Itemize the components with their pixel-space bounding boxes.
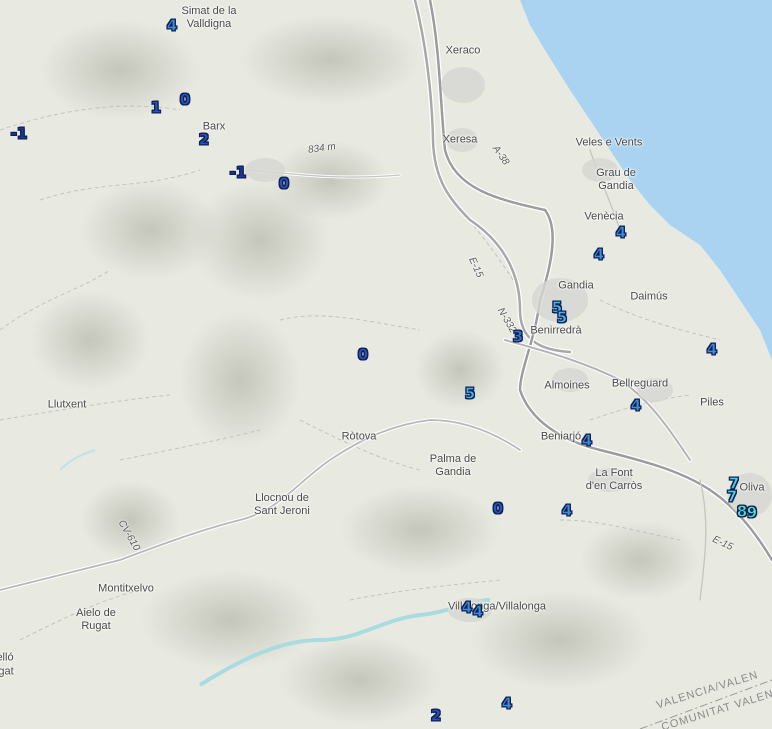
forecast-marker[interactable]: 7 [726, 489, 737, 505]
forecast-marker[interactable]: 4 [593, 247, 604, 263]
forecast-marker[interactable]: 8 [736, 504, 747, 520]
forecast-marker[interactable]: 4 [615, 225, 626, 241]
forecast-marker[interactable]: 1 [150, 100, 161, 116]
forecast-marker[interactable]: 0 [357, 347, 368, 363]
place-label-montitxelvo: Montitxelvo [98, 582, 154, 595]
place-label-simat: Simat de la Valldigna [181, 5, 237, 30]
place-label-rotova: Ròtova [341, 430, 377, 443]
forecast-marker[interactable]: 4 [472, 604, 483, 620]
forecast-marker[interactable]: 0 [492, 501, 503, 517]
place-label-palma: Palma de Gandia [429, 453, 477, 478]
forecast-marker[interactable]: 0 [179, 92, 190, 108]
place-label-daimus: Daimús [630, 290, 668, 303]
place-label-llutxent: Llutxent [47, 398, 87, 411]
place-label-gandia: Gandia [558, 279, 594, 292]
place-label-veles: Veles e Vents [575, 136, 643, 149]
forecast-marker[interactable]: -1 [10, 126, 27, 142]
place-label-grau: Grau de Gandia [596, 167, 636, 192]
forecast-marker[interactable]: 2 [430, 708, 441, 724]
forecast-marker[interactable]: 5 [556, 310, 567, 326]
forecast-marker[interactable]: 4 [630, 398, 641, 414]
place-label-lafont: La Font d'en Carròs [585, 467, 643, 492]
forecast-marker[interactable]: 4 [461, 600, 472, 616]
place-label-piles: Piles [700, 396, 724, 409]
place-label-llocnou: Llocnou de Sant Jeroni [254, 492, 310, 517]
forecast-marker[interactable]: 3 [512, 329, 523, 345]
place-label-gat: gat [0, 665, 14, 678]
forecast-marker[interactable]: 4 [706, 342, 717, 358]
forecast-marker[interactable]: 9 [746, 505, 757, 521]
forecast-marker[interactable]: 0 [278, 176, 289, 192]
place-label-aielo: Aielo de Rugat [76, 607, 116, 632]
place-label-bellreguard: Bellreguard [611, 377, 669, 390]
forecast-marker[interactable]: 4 [561, 503, 572, 519]
forecast-marker[interactable]: -1 [229, 165, 246, 181]
forecast-marker[interactable]: 4 [166, 18, 177, 34]
map-view[interactable]: Simat de la Valldigna Xeraco Barx Xeresa Vel… [0, 0, 772, 729]
place-label-almoines: Almoines [544, 379, 590, 392]
place-label-venecia: Venècia [584, 210, 624, 223]
place-label-xeraco: Xeraco [445, 44, 481, 57]
forecast-marker[interactable]: 5 [464, 386, 475, 402]
place-label-ello: elló [0, 651, 14, 664]
forecast-marker[interactable]: 2 [198, 132, 209, 148]
forecast-marker[interactable]: 4 [501, 696, 512, 712]
place-label-oliva: Oliva [739, 481, 765, 494]
place-label-beniarjo: Beniarjó [540, 430, 582, 443]
forecast-marker[interactable]: 4 [581, 433, 592, 449]
place-label-xeresa: Xeresa [442, 133, 478, 146]
